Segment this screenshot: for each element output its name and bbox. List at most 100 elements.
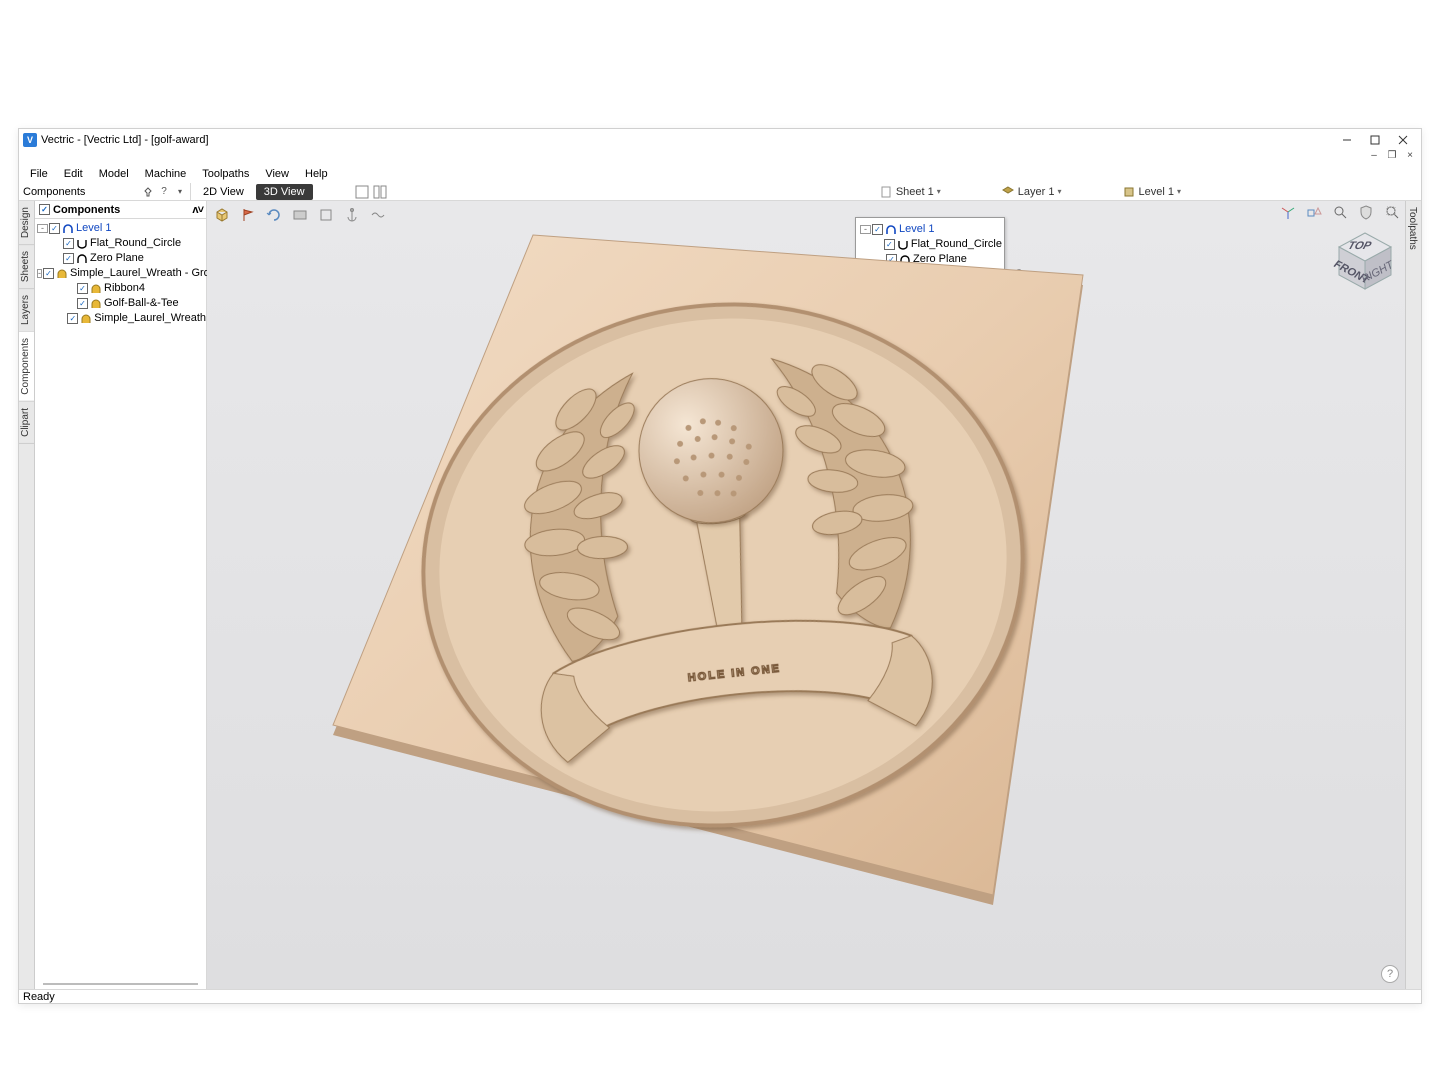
menu-file[interactable]: File bbox=[23, 167, 55, 181]
components-tree-row[interactable]: Simple_Laurel_Wreath bbox=[37, 311, 206, 326]
tree-checkbox[interactable] bbox=[67, 313, 78, 324]
close-button[interactable] bbox=[1389, 131, 1417, 149]
mdi-child-controls: – ❐ × bbox=[19, 151, 1421, 165]
cube-icon[interactable] bbox=[213, 206, 231, 224]
tree-expander-icon[interactable]: - bbox=[37, 269, 42, 278]
component-shape-icon bbox=[76, 239, 88, 249]
rotate-icon[interactable] bbox=[265, 206, 283, 224]
side-tab-layers[interactable]: Layers bbox=[19, 289, 34, 332]
tree-checkbox[interactable] bbox=[77, 298, 88, 309]
zoom-icon[interactable] bbox=[1331, 203, 1349, 221]
tree-checkbox[interactable] bbox=[63, 253, 74, 264]
level-icon bbox=[1122, 185, 1136, 199]
components-panel-title: Components bbox=[23, 186, 85, 198]
side-tab-components[interactable]: Components bbox=[19, 332, 34, 402]
side-tab-sheets[interactable]: Sheets bbox=[19, 245, 34, 289]
shield-icon[interactable] bbox=[1357, 203, 1375, 221]
sheet-dropdown[interactable]: Sheet 1 ▾ bbox=[879, 185, 941, 199]
panel-menu-icon[interactable]: ▾ bbox=[174, 186, 186, 198]
view-cube[interactable]: TOP FRONT RIGHT bbox=[1333, 229, 1397, 293]
components-tree-row[interactable]: -Simple_Laurel_Wreath - Gro bbox=[37, 266, 206, 281]
component-shape-icon bbox=[80, 314, 92, 324]
panel-help-icon[interactable]: ? bbox=[158, 186, 170, 198]
svg-text:TOP: TOP bbox=[1346, 240, 1373, 252]
tree-item-label: Ribbon4 bbox=[104, 281, 145, 296]
level-dropdown-label: Level 1 bbox=[1139, 186, 1174, 198]
shapes-icon[interactable] bbox=[1305, 203, 1323, 221]
component-shape-icon bbox=[56, 269, 68, 279]
tree-item-label: Golf-Ball-&-Tee bbox=[104, 296, 179, 311]
flag-icon[interactable] bbox=[239, 206, 257, 224]
panel-resizer[interactable] bbox=[43, 983, 198, 985]
side-tab-design[interactable]: Design bbox=[19, 201, 34, 245]
window-titlebar: V Vectric - [Vectric Ltd] - [golf-award] bbox=[19, 129, 1421, 151]
viewport-top-right-tools bbox=[1279, 203, 1401, 221]
sheet-dropdown-label: Sheet 1 bbox=[896, 186, 934, 198]
status-text: Ready bbox=[23, 991, 55, 1003]
minimize-button[interactable] bbox=[1333, 131, 1361, 149]
layout-single-icon[interactable] bbox=[353, 183, 371, 201]
component-shape-icon bbox=[62, 224, 74, 234]
left-side-tabs: Design Sheets Layers Components Clipart bbox=[19, 201, 35, 989]
tree-item-label: Level 1 bbox=[76, 221, 111, 236]
components-tree[interactable]: -Level 1Flat_Round_CircleZero Plane-Simp… bbox=[35, 219, 206, 326]
level-dropdown[interactable]: Level 1 ▾ bbox=[1122, 185, 1182, 199]
tree-item-label: Flat_Round_Circle bbox=[90, 236, 181, 251]
menu-machine[interactable]: Machine bbox=[138, 167, 194, 181]
layout-split-icon[interactable] bbox=[371, 183, 389, 201]
component-shape-icon bbox=[90, 299, 102, 309]
component-shape-icon bbox=[76, 254, 88, 264]
collapse-icon[interactable]: ʌ ˅ bbox=[192, 204, 202, 216]
tree-item-label: Simple_Laurel_Wreath - Gro bbox=[70, 266, 210, 281]
chevron-down-icon: ▾ bbox=[1177, 187, 1181, 196]
side-tab-clipart[interactable]: Clipart bbox=[19, 402, 34, 444]
chevron-down-icon: ▾ bbox=[1057, 187, 1061, 196]
tree-checkbox[interactable] bbox=[49, 223, 60, 234]
side-tab-toolpaths[interactable]: Toolpaths bbox=[1406, 201, 1419, 256]
maximize-button[interactable] bbox=[1361, 131, 1389, 149]
menu-view[interactable]: View bbox=[258, 167, 296, 181]
tree-checkbox[interactable] bbox=[63, 238, 74, 249]
tree-checkbox[interactable] bbox=[43, 268, 54, 279]
tree-checkbox[interactable] bbox=[77, 283, 88, 294]
window-title: Vectric - [Vectric Ltd] - [golf-award] bbox=[41, 134, 209, 146]
zoom-extents-icon[interactable] bbox=[1383, 203, 1401, 221]
components-tree-row[interactable]: Zero Plane bbox=[37, 251, 206, 266]
panel-pin-icon[interactable] bbox=[142, 186, 154, 198]
components-tree-row[interactable]: Flat_Round_Circle bbox=[37, 236, 206, 251]
menubar: File Edit Model Machine Toolpaths View H… bbox=[19, 165, 1421, 183]
viewport-3d[interactable]: TOP FRONT RIGHT -Level 1Flat_Round_Circl… bbox=[207, 201, 1405, 989]
tree-item-label: Zero Plane bbox=[90, 251, 144, 266]
mdi-close-button[interactable]: × bbox=[1403, 151, 1417, 163]
components-panel-header: Components ? ▾ bbox=[19, 183, 191, 200]
tab-2d-view[interactable]: 2D View bbox=[195, 184, 252, 200]
layer-dropdown[interactable]: Layer 1 ▾ bbox=[1001, 185, 1062, 199]
mdi-minimize-button[interactable]: – bbox=[1367, 151, 1381, 163]
component-shape-icon bbox=[90, 284, 102, 294]
components-section-label: Components bbox=[53, 204, 120, 216]
menu-toolpaths[interactable]: Toolpaths bbox=[195, 167, 256, 181]
axis-icon[interactable] bbox=[1279, 203, 1297, 221]
app-icon: V bbox=[23, 133, 37, 147]
model-render: HOLE IN ONE bbox=[293, 215, 1109, 953]
components-tree-row[interactable]: - Level 1 bbox=[37, 221, 206, 236]
help-button[interactable]: ? bbox=[1381, 965, 1399, 983]
chevron-down-icon: ▾ bbox=[937, 187, 941, 196]
sheet-icon bbox=[879, 185, 893, 199]
components-panel: Components ʌ ˅ - Level 1Flat_Round_Circle… bbox=[35, 201, 207, 989]
menu-edit[interactable]: Edit bbox=[57, 167, 90, 181]
components-tree-row[interactable]: Ribbon4 bbox=[37, 281, 206, 296]
components-master-checkbox[interactable] bbox=[39, 204, 50, 215]
status-bar: Ready bbox=[19, 989, 1421, 1003]
right-side-tabs: Toolpaths bbox=[1405, 201, 1421, 989]
tree-item-label: Simple_Laurel_Wreath bbox=[94, 311, 206, 326]
mdi-restore-button[interactable]: ❐ bbox=[1385, 151, 1399, 163]
layer-icon bbox=[1001, 185, 1015, 199]
menu-model[interactable]: Model bbox=[92, 167, 136, 181]
layer-dropdown-label: Layer 1 bbox=[1018, 186, 1055, 198]
tree-expander-icon[interactable]: - bbox=[37, 224, 48, 233]
menu-help[interactable]: Help bbox=[298, 167, 335, 181]
tab-3d-view[interactable]: 3D View bbox=[256, 184, 313, 200]
components-section-header[interactable]: Components ʌ ˅ bbox=[35, 201, 206, 219]
components-tree-row[interactable]: Golf-Ball-&-Tee bbox=[37, 296, 206, 311]
